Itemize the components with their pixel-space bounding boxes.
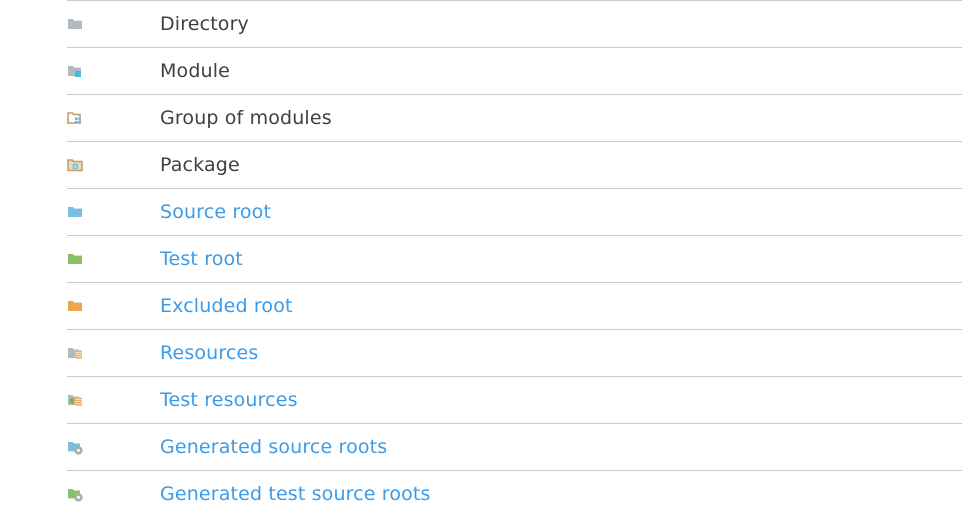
row-gutter (0, 330, 67, 377)
folder-source-root-icon (67, 204, 83, 220)
table-row: Group of modules (0, 95, 962, 142)
row-icon-cell (67, 471, 160, 517)
item-link[interactable]: Source root (160, 201, 271, 223)
row-icon-cell (67, 1, 160, 48)
folder-generated-source-roots-icon (67, 439, 83, 455)
row-gutter (0, 142, 67, 189)
row-icon-cell (67, 236, 160, 283)
row-icon-cell (67, 377, 160, 424)
row-icon-cell (67, 189, 160, 236)
row-icon-cell (67, 48, 160, 95)
item-label: Module (160, 60, 230, 82)
folder-excluded-root-icon (67, 298, 83, 314)
item-link[interactable]: Test root (160, 248, 243, 270)
row-label-cell: Module (160, 48, 962, 95)
row-label-cell[interactable]: Test root (160, 236, 962, 283)
row-icon-cell (67, 283, 160, 330)
table-row: Generated source roots (0, 424, 962, 471)
item-legend-table: Directory Module (0, 0, 962, 517)
item-label: Directory (160, 13, 249, 35)
item-link[interactable]: Excluded root (160, 295, 293, 317)
folder-group-of-modules-icon (67, 110, 83, 126)
item-link[interactable]: Generated test source roots (160, 483, 431, 505)
row-gutter (0, 1, 67, 48)
row-label-cell[interactable]: Resources (160, 330, 962, 377)
folder-test-resources-icon (67, 392, 83, 408)
folder-test-root-icon (67, 251, 83, 267)
row-gutter (0, 377, 67, 424)
item-legend-table-body: Directory Module (0, 1, 962, 517)
table-row: Source root (0, 189, 962, 236)
table-row: Generated test source roots (0, 471, 962, 517)
row-label-cell[interactable]: Excluded root (160, 283, 962, 330)
row-gutter (0, 189, 67, 236)
table-row: Directory (0, 1, 962, 48)
row-gutter (0, 471, 67, 517)
folder-resources-icon (67, 345, 83, 361)
row-label-cell[interactable]: Generated test source roots (160, 471, 962, 517)
row-gutter (0, 48, 67, 95)
table-row: Test resources (0, 377, 962, 424)
row-icon-cell (67, 330, 160, 377)
folder-module-icon (67, 63, 83, 79)
row-label-cell[interactable]: Source root (160, 189, 962, 236)
row-label-cell: Package (160, 142, 962, 189)
row-label-cell[interactable]: Test resources (160, 377, 962, 424)
table-row: Test root (0, 236, 962, 283)
folder-gray-icon (67, 16, 83, 32)
item-label: Package (160, 154, 240, 176)
folder-generated-test-source-roots-icon (67, 486, 83, 502)
row-icon-cell (67, 142, 160, 189)
row-label-cell: Directory (160, 1, 962, 48)
folder-package-icon (67, 157, 83, 173)
row-label-cell: Group of modules (160, 95, 962, 142)
table-row: Excluded root (0, 283, 962, 330)
row-icon-cell (67, 95, 160, 142)
row-gutter (0, 283, 67, 330)
row-label-cell[interactable]: Generated source roots (160, 424, 962, 471)
row-gutter (0, 95, 67, 142)
row-gutter (0, 424, 67, 471)
table-row: Package (0, 142, 962, 189)
table-row: Module (0, 48, 962, 95)
table-row: Resources (0, 330, 962, 377)
item-link[interactable]: Resources (160, 342, 258, 364)
item-link[interactable]: Test resources (160, 389, 298, 411)
row-icon-cell (67, 424, 160, 471)
item-label: Group of modules (160, 107, 332, 129)
item-link[interactable]: Generated source roots (160, 436, 387, 458)
row-gutter (0, 236, 67, 283)
